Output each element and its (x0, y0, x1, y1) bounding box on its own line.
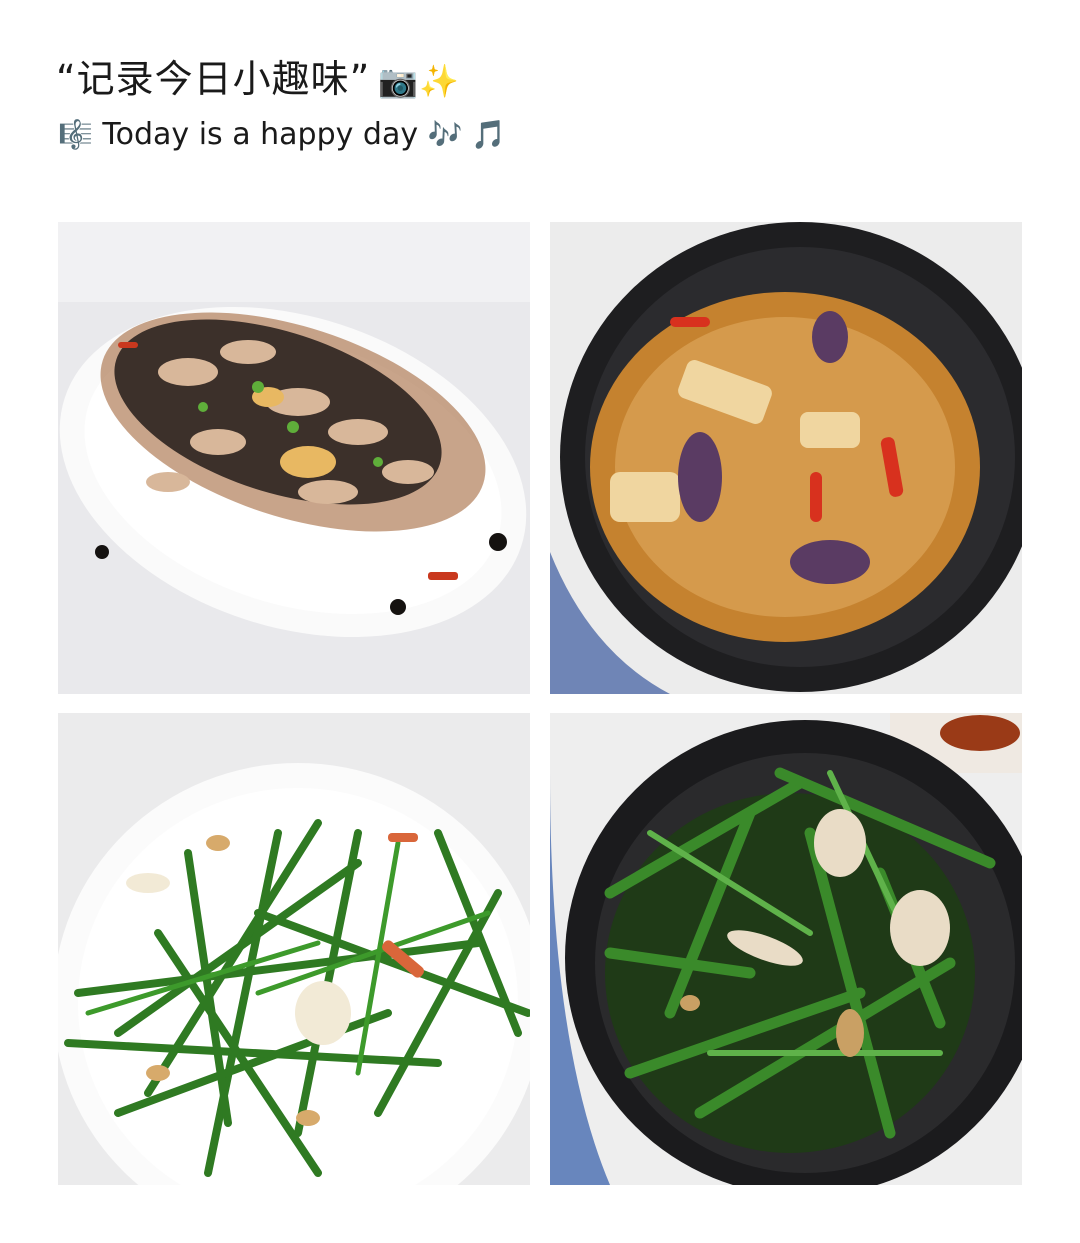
photo-eggplant-clay-pot (550, 222, 1022, 694)
music-notes-icon: 🎶 🎵 (427, 118, 507, 151)
photo-chive-stir-fry (58, 713, 530, 1185)
subtitle-text: Today is a happy day (102, 117, 419, 152)
camera-sparkle-icon: 📷✨ (378, 62, 461, 100)
photo-water-spinach-clay-pot (550, 713, 1022, 1185)
photo-fish-black-bean (58, 222, 530, 694)
music-score-icon: 🎼 (58, 118, 93, 151)
page-subtitle: 🎼 Today is a happy day 🎶 🎵 (58, 112, 506, 158)
title-text: “记录今日小趣味” (56, 57, 371, 101)
page-title: “记录今日小趣味” 📷✨ (56, 54, 460, 106)
